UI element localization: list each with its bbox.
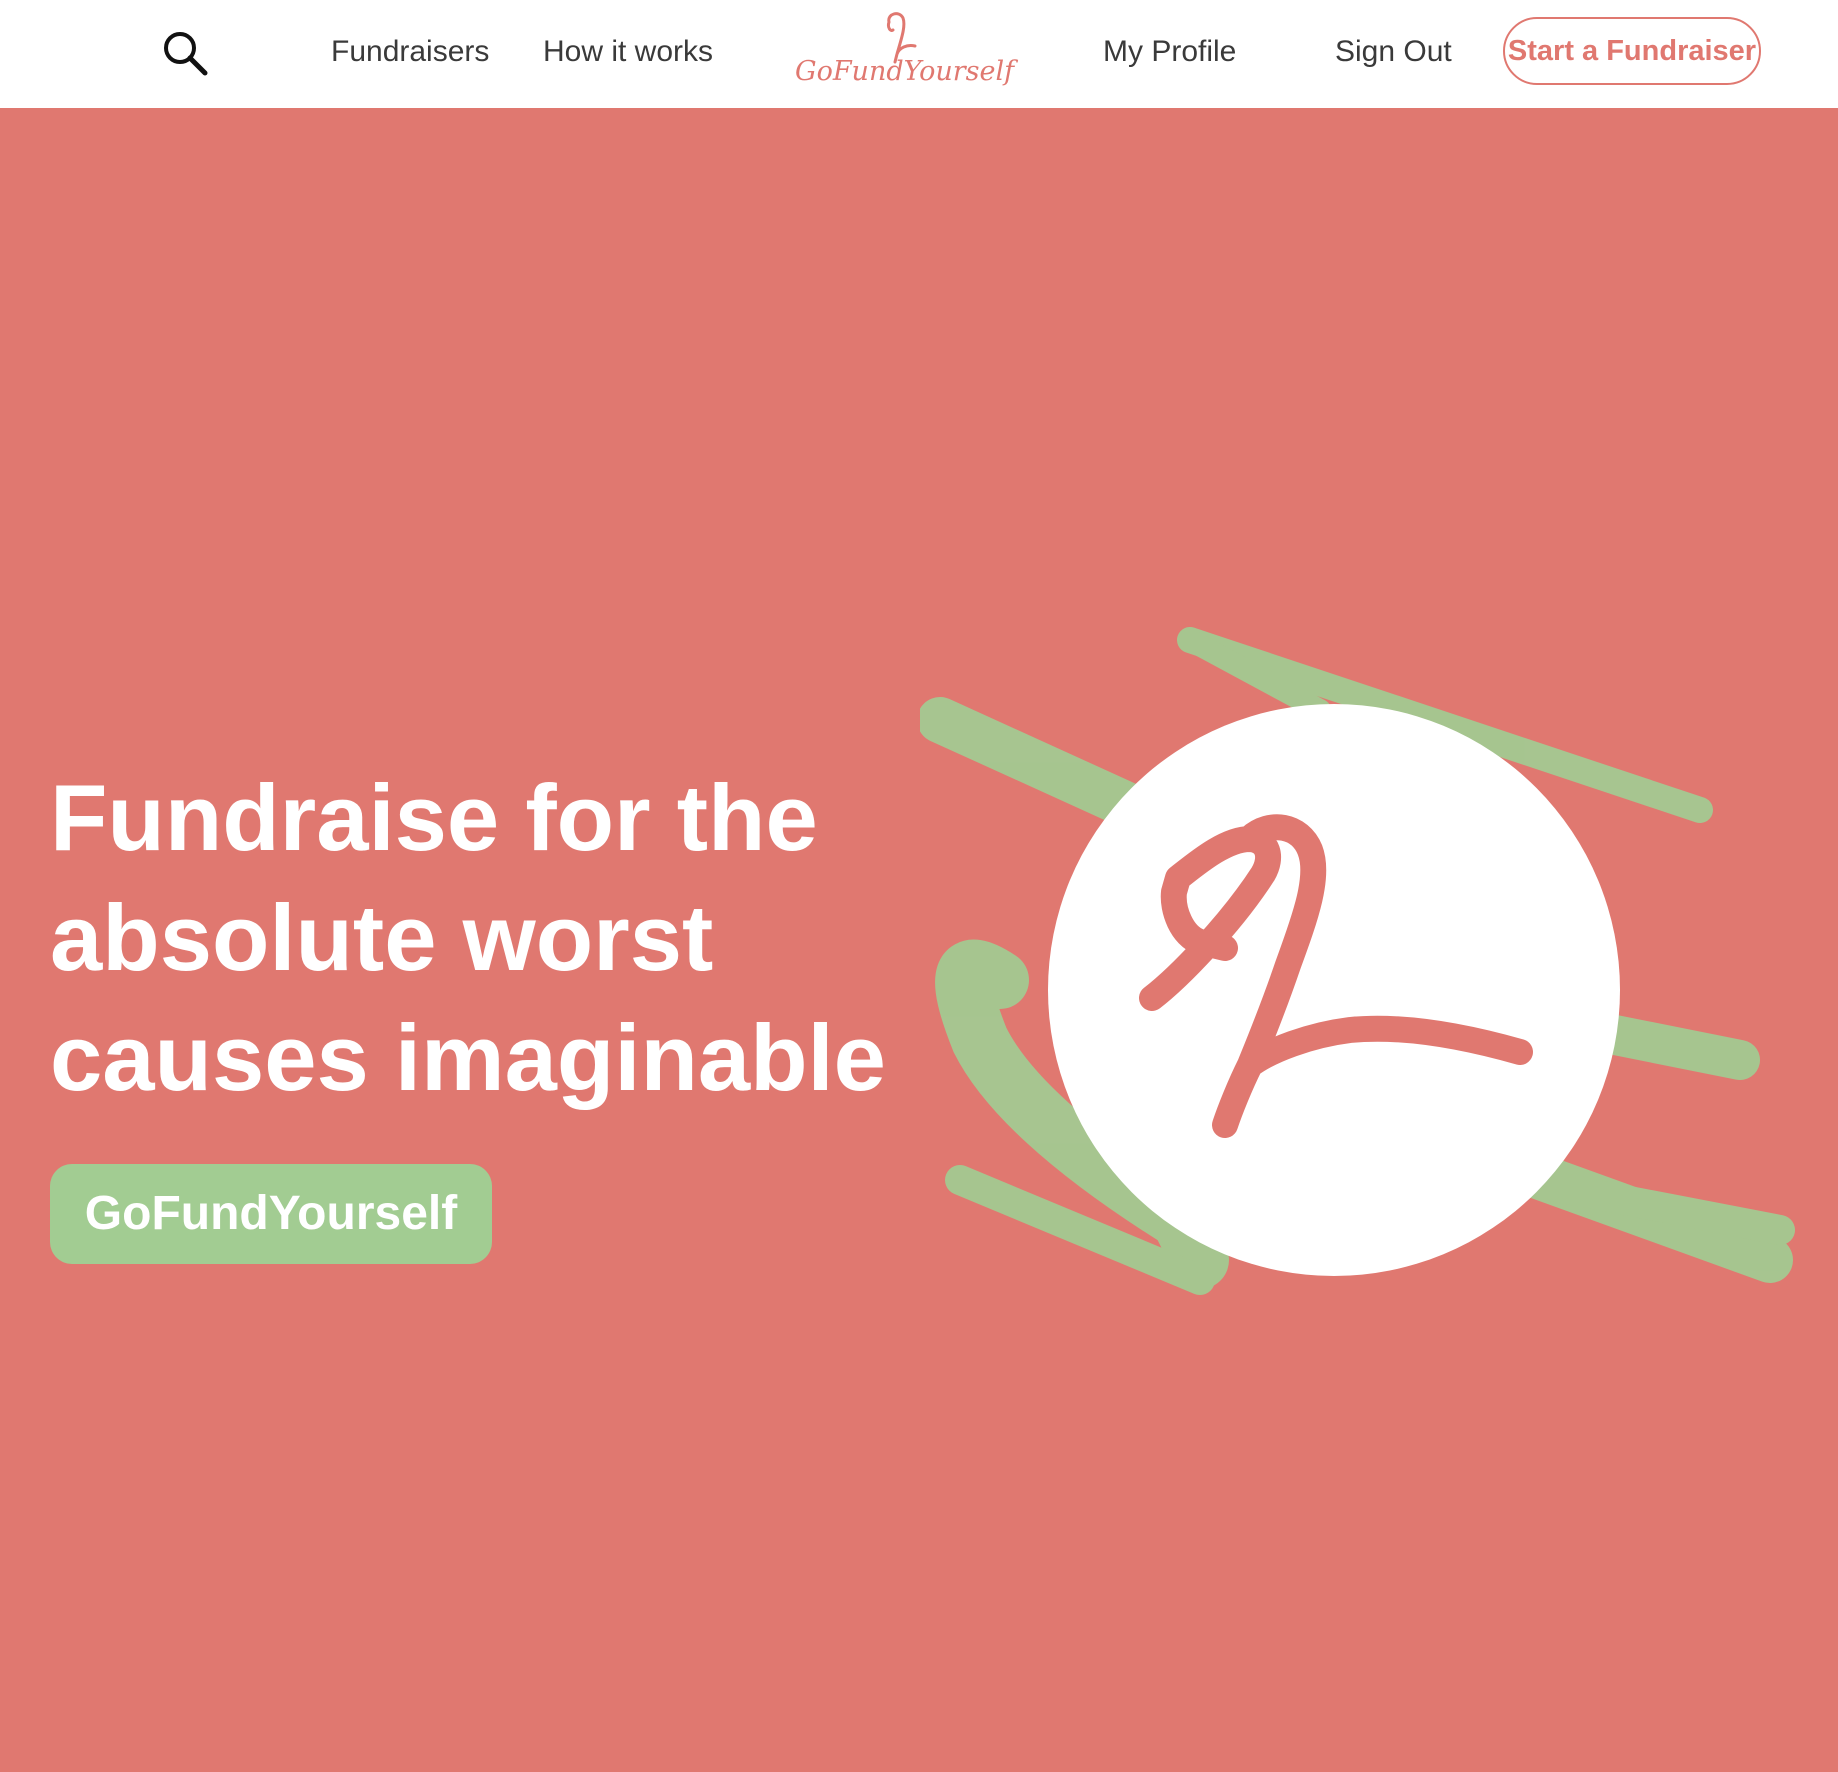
hero-title-line: absolute worst — [50, 885, 714, 990]
hero-title-line: Fundraise for the — [50, 765, 818, 870]
site-logo[interactable]: GoFundYourself — [795, 8, 1015, 94]
start-fundraiser-button[interactable]: Start a Fundraiser — [1503, 17, 1761, 85]
hero-title-line: causes imaginable — [50, 1005, 886, 1110]
nav-link-sign-out[interactable]: Sign Out — [1335, 32, 1452, 72]
logo-circle — [1048, 704, 1620, 1276]
nav-link-how-it-works[interactable]: How it works — [543, 32, 713, 72]
top-navbar: Fundraisers How it works GoFundYourself … — [0, 0, 1838, 108]
nav-link-fundraisers[interactable]: Fundraisers — [331, 32, 489, 72]
hero-title: Fundraise for the absolute worst causes … — [50, 758, 930, 1118]
hero-illustration — [917, 620, 1800, 1380]
nav-link-my-profile[interactable]: My Profile — [1103, 32, 1236, 72]
logo-text: GoFundYourself — [795, 56, 1015, 87]
gofundyourself-button[interactable]: GoFundYourself — [50, 1164, 492, 1264]
search-icon[interactable] — [160, 28, 210, 78]
